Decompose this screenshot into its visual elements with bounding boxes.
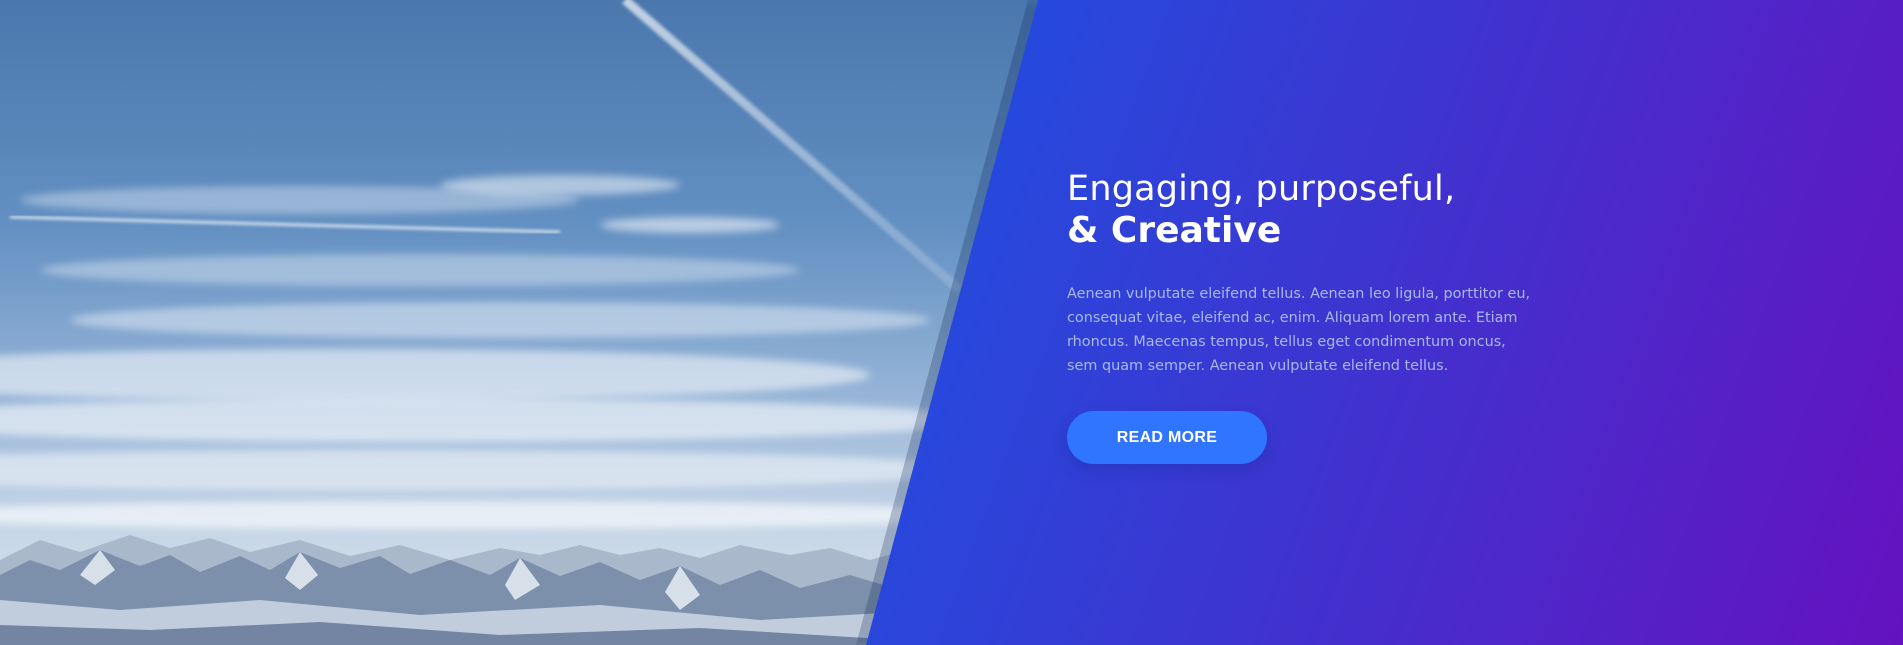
hero-description: Aenean vulputate eleifend tellus. Aenean…	[1067, 286, 1531, 374]
headline-line-1: Engaging, purposeful,	[1067, 169, 1456, 209]
read-more-button[interactable]: READ MORE	[1067, 411, 1267, 464]
hero-section: Engaging, purposeful, & Creative Aenean …	[0, 0, 1903, 645]
headline-line-2: & Creative	[1067, 210, 1282, 251]
hero-content: Engaging, purposeful, & Creative Aenean …	[1067, 168, 1537, 392]
